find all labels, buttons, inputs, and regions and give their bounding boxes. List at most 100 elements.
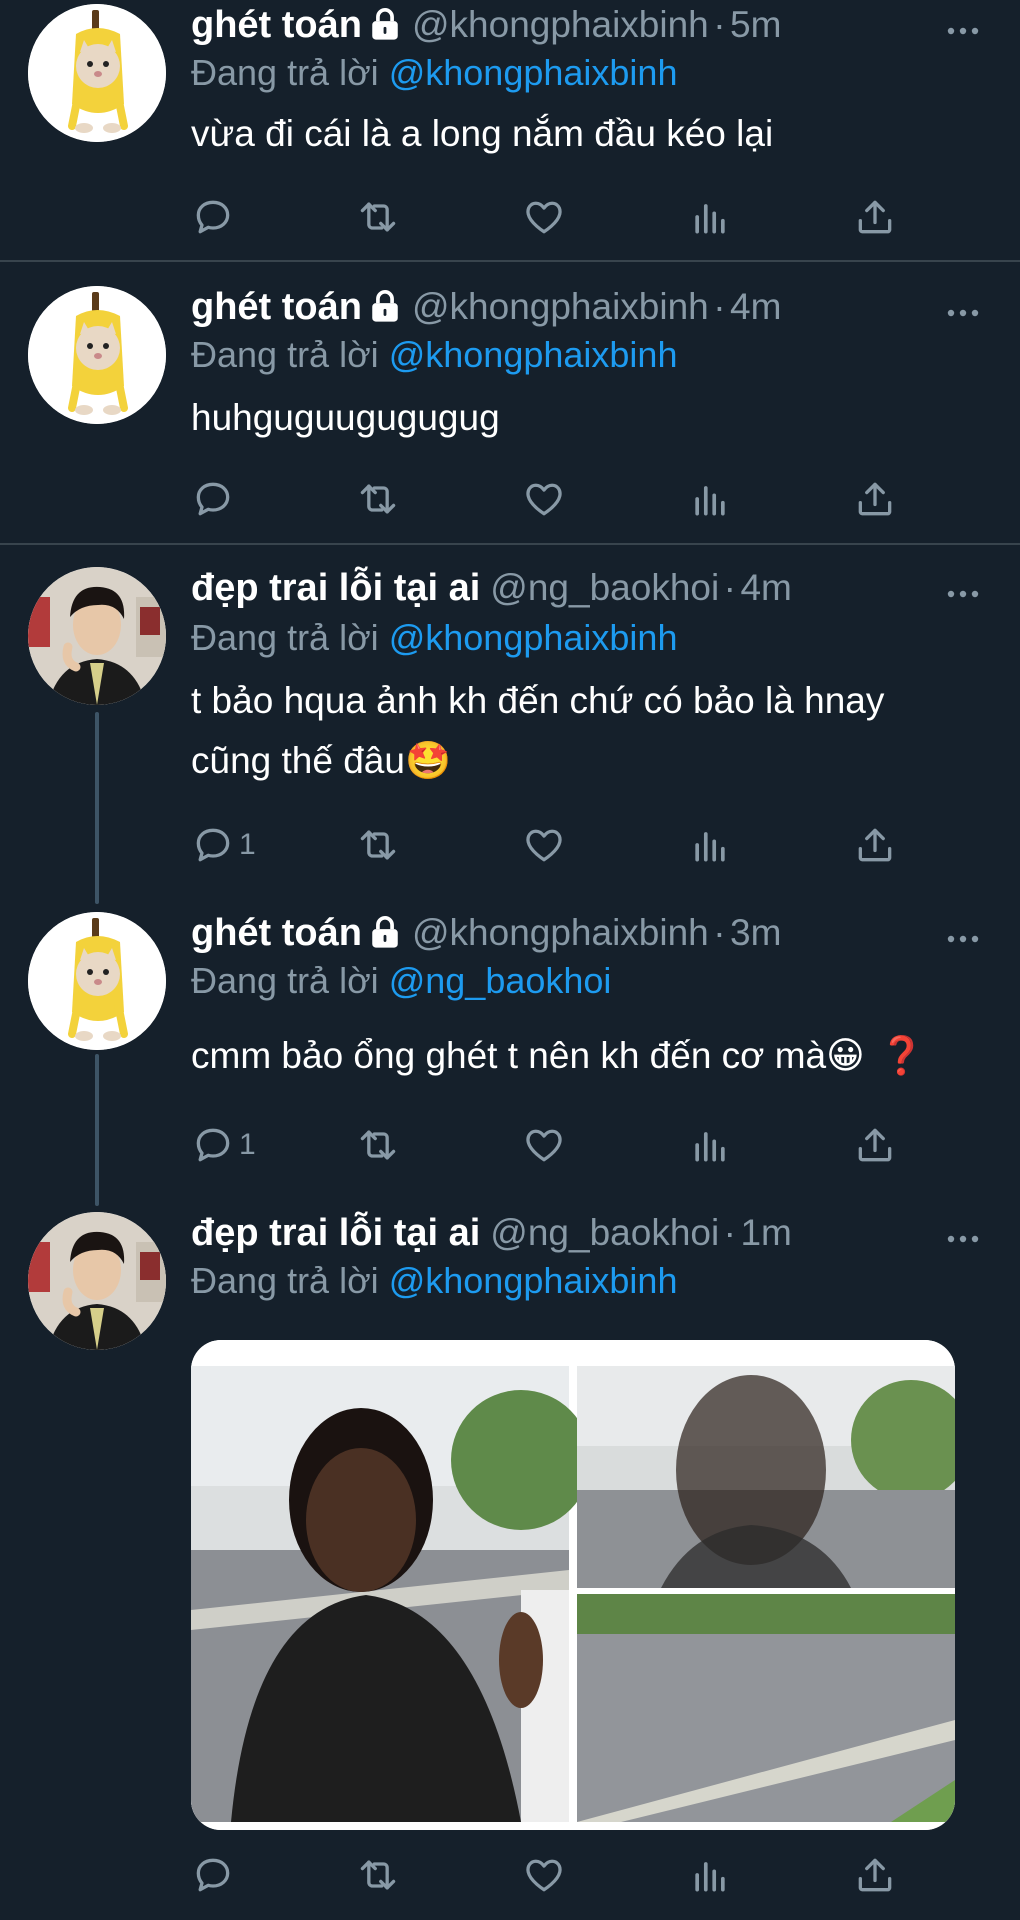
display-name[interactable]: ghét toán <box>191 286 362 328</box>
photo-panel-bottom-right <box>577 1594 955 1822</box>
reply-button[interactable] <box>191 474 235 524</box>
avatar[interactable] <box>28 4 166 142</box>
display-name[interactable]: đẹp trai lỗi tại ai <box>191 1212 480 1254</box>
tweet-header: đẹp trai lỗi tại ai @ng_baokhoi · 4m <box>191 567 990 617</box>
reply-button[interactable]: 1 <box>191 1120 256 1170</box>
avatar[interactable] <box>28 567 166 705</box>
retweet-button[interactable] <box>356 1850 400 1900</box>
tweet-text: huhguguugugugug <box>191 388 991 448</box>
timestamp[interactable]: 1m <box>740 1212 791 1253</box>
user-handle[interactable]: @ng_baokhoi <box>490 567 719 608</box>
like-button[interactable] <box>522 1850 566 1900</box>
tweet-text-line: huhguguugugugug <box>191 397 500 438</box>
separator-dot: · <box>713 286 726 327</box>
replying-mention[interactable]: @khongphaixbinh <box>389 52 678 93</box>
replying-prefix: Đang trả lời <box>191 1260 379 1301</box>
more-icon[interactable] <box>946 1234 980 1244</box>
analytics-icon <box>688 195 732 239</box>
share-button[interactable] <box>853 192 897 242</box>
timestamp[interactable]: 5m <box>730 4 781 45</box>
replying-mention[interactable]: @khongphaixbinh <box>389 334 678 375</box>
replying-prefix: Đang trả lời <box>191 960 379 1001</box>
display-name[interactable]: đẹp trai lỗi tại ai <box>191 567 480 609</box>
tweet[interactable]: ghét toán @khongphaixbinh · 3m Đang trả l… <box>0 890 1020 1190</box>
share-button[interactable] <box>853 1850 897 1900</box>
replying-mention[interactable]: @khongphaixbinh <box>389 1260 678 1301</box>
reply-icon <box>191 823 235 867</box>
tweet[interactable]: ghét toán @khongphaixbinh · 4m Đang trả l… <box>0 262 1020 544</box>
reply-button[interactable] <box>191 1850 235 1900</box>
user-handle[interactable]: @khongphaixbinh <box>412 4 709 45</box>
replying-to: Đang trả lời @ng_baokhoi <box>191 960 611 1002</box>
tweet-header: ghét toán @khongphaixbinh · 3m <box>191 912 990 962</box>
like-button[interactable] <box>522 474 566 524</box>
reply-count: 1 <box>239 1128 256 1161</box>
more-icon[interactable] <box>946 308 980 318</box>
avatar[interactable] <box>28 912 166 1050</box>
replying-prefix: Đang trả lời <box>191 617 379 658</box>
retweet-icon <box>356 477 400 521</box>
tweet-text-content: cmm bảo ổng ghét t nên kh đến cơ mà😀 <box>191 1035 865 1076</box>
separator-dot: · <box>713 912 726 953</box>
like-icon <box>522 477 566 521</box>
analytics-button[interactable] <box>688 1850 732 1900</box>
separator-dot: · <box>723 567 736 608</box>
share-icon <box>853 477 897 521</box>
tweet-text: t bảo hqua ảnh kh đến chứ có bảo là hnay… <box>191 671 991 791</box>
timestamp[interactable]: 4m <box>730 286 781 327</box>
more-icon[interactable] <box>946 26 980 36</box>
replying-mention[interactable]: @khongphaixbinh <box>389 617 678 658</box>
reply-button[interactable] <box>191 192 235 242</box>
analytics-button[interactable] <box>688 820 732 870</box>
display-name[interactable]: ghét toán <box>191 4 362 46</box>
avatar[interactable] <box>28 286 166 424</box>
retweet-button[interactable] <box>356 192 400 242</box>
like-button[interactable] <box>522 192 566 242</box>
analytics-button[interactable] <box>688 474 732 524</box>
analytics-button[interactable] <box>688 1120 732 1170</box>
analytics-icon <box>688 1123 732 1167</box>
replying-mention[interactable]: @ng_baokhoi <box>389 960 612 1001</box>
share-button[interactable] <box>853 1120 897 1170</box>
timestamp[interactable]: 3m <box>730 912 781 953</box>
user-handle[interactable]: @khongphaixbinh <box>412 912 709 953</box>
like-button[interactable] <box>522 1120 566 1170</box>
replying-to: Đang trả lời @khongphaixbinh <box>191 1260 677 1302</box>
tweet[interactable]: đẹp trai lỗi tại ai @ng_baokhoi · 1m Đang… <box>0 1190 1020 1920</box>
retweet-button[interactable] <box>356 474 400 524</box>
more-icon[interactable] <box>946 934 980 944</box>
share-icon <box>853 1123 897 1167</box>
like-icon <box>522 823 566 867</box>
reply-button[interactable]: 1 <box>191 820 256 870</box>
tweet-text-line: cũng thế đâu🤩 <box>191 740 452 781</box>
action-bar: 1 <box>191 1120 911 1170</box>
share-icon <box>853 823 897 867</box>
analytics-button[interactable] <box>688 192 732 242</box>
reply-count: 1 <box>239 828 256 861</box>
retweet-button[interactable] <box>356 820 400 870</box>
tweet[interactable]: ghét toán @khongphaixbinh · 5m Đang trả l… <box>0 0 1020 262</box>
action-bar: 1 <box>191 820 911 870</box>
display-name[interactable]: ghét toán <box>191 912 362 954</box>
like-button[interactable] <box>522 820 566 870</box>
lock-icon <box>368 915 402 949</box>
action-bar <box>191 474 911 524</box>
tweet-media-photo[interactable] <box>191 1340 955 1830</box>
more-icon[interactable] <box>946 589 980 599</box>
photo-panel-top-right <box>577 1366 955 1588</box>
tweet-header: đẹp trai lỗi tại ai @ng_baokhoi · 1m <box>191 1212 990 1262</box>
tweet-header: ghét toán @khongphaixbinh · 4m <box>191 286 990 336</box>
reply-icon <box>191 1853 235 1897</box>
timestamp[interactable]: 4m <box>740 567 791 608</box>
photo-panel-left <box>191 1366 591 1822</box>
user-handle[interactable]: @khongphaixbinh <box>412 286 709 327</box>
share-button[interactable] <box>853 820 897 870</box>
tweet-text-line: cmm bảo ổng ghét t nên kh đến cơ mà😀 ❓ <box>191 1026 991 1086</box>
user-handle[interactable]: @ng_baokhoi <box>490 1212 719 1253</box>
retweet-button[interactable] <box>356 1120 400 1170</box>
tweet[interactable]: đẹp trai lỗi tại ai @ng_baokhoi · 4m Đang… <box>0 545 1020 890</box>
tweet-text-line: vừa đi cái là a long nắm đầu kéo lại <box>191 113 774 154</box>
avatar[interactable] <box>28 1212 166 1350</box>
share-button[interactable] <box>853 474 897 524</box>
action-bar <box>191 192 911 242</box>
